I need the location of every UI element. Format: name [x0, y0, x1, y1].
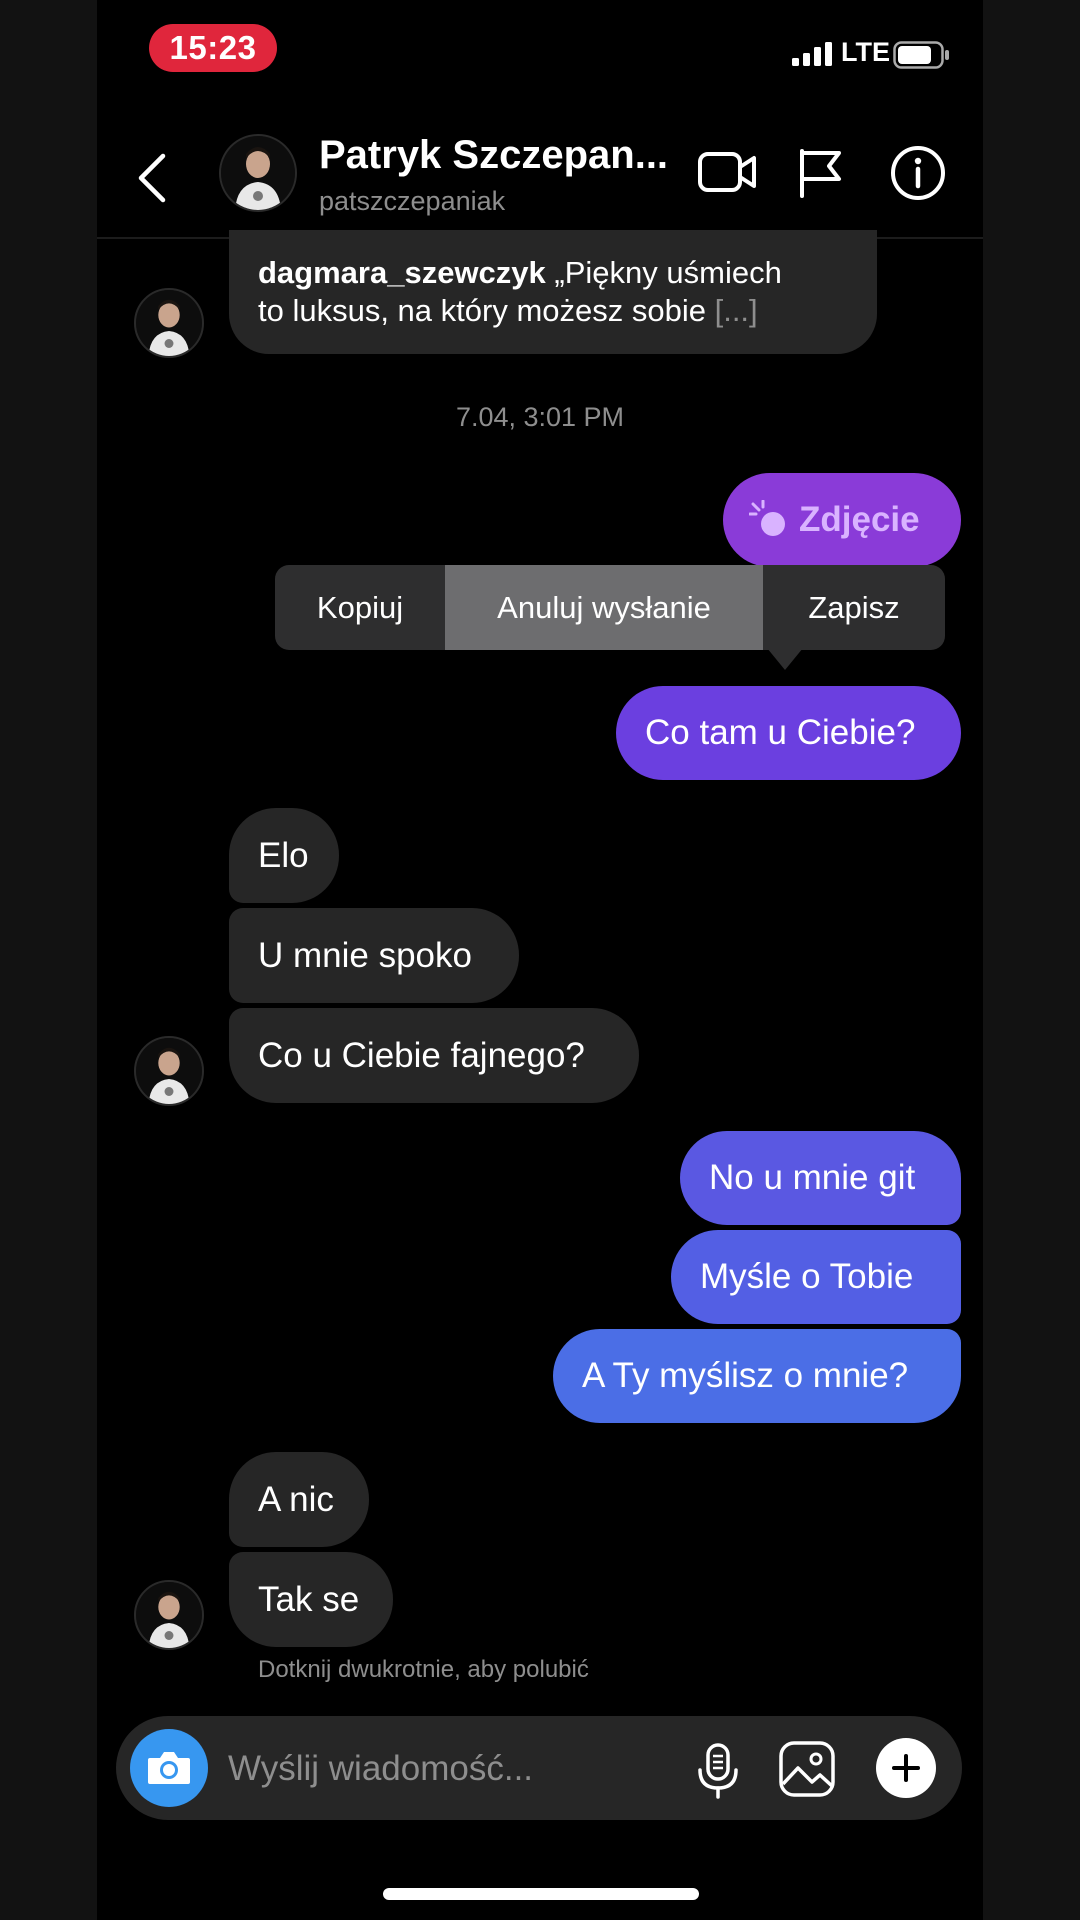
shared-post-text: „Piękny uśmiech	[545, 255, 782, 290]
status-time: 15:23	[149, 24, 277, 72]
message-text: Myśle o Tobie	[700, 1257, 914, 1296]
back-icon[interactable]	[127, 148, 177, 208]
flag-icon[interactable]	[797, 148, 843, 198]
incoming-message[interactable]: U mnie spoko	[229, 908, 519, 1003]
camera-icon	[148, 1752, 190, 1784]
message-text: Elo	[258, 835, 309, 875]
shared-post-ellipsis: [...]	[705, 293, 758, 328]
incoming-message[interactable]: A nic	[229, 1452, 369, 1547]
message-text: A nic	[258, 1479, 334, 1519]
contact-avatar[interactable]	[219, 134, 297, 212]
incoming-message[interactable]: Elo	[229, 808, 339, 903]
menu-unsend[interactable]: Anuluj wysłanie	[445, 565, 763, 650]
incoming-message[interactable]: Co u Ciebie fajnego?	[229, 1008, 639, 1103]
shared-post-line2: to luksus, na który możesz sobie [...]	[258, 293, 758, 329]
contact-username[interactable]: patszczepaniak	[319, 186, 505, 217]
contact-name[interactable]: Patryk Szczepan...	[319, 133, 668, 178]
gallery-icon[interactable]	[778, 1740, 836, 1798]
camera-button[interactable]	[130, 1729, 208, 1807]
menu-pointer	[767, 648, 803, 670]
battery-icon	[893, 41, 949, 69]
message-text: A Ty myślisz o mnie?	[582, 1356, 909, 1395]
shared-post-author: dagmara_szewczyk	[258, 255, 546, 290]
more-button[interactable]	[876, 1738, 936, 1798]
outgoing-message[interactable]: A Ty myślisz o mnie?	[553, 1329, 961, 1423]
message-text: U mnie spoko	[258, 935, 472, 975]
outgoing-message[interactable]: No u mnie git	[680, 1131, 961, 1225]
message-context-menu: Kopiuj Anuluj wysłanie Zapisz	[275, 565, 945, 650]
outgoing-message[interactable]: Myśle o Tobie	[671, 1230, 961, 1324]
message-text: Co tam u Ciebie?	[645, 713, 916, 752]
outgoing-message[interactable]: Co tam u Ciebie?	[616, 686, 961, 780]
photo-label: Zdjęcie	[799, 500, 920, 539]
double-tap-hint: Dotknij dwukrotnie, aby polubić	[258, 1656, 589, 1683]
info-icon[interactable]	[889, 144, 947, 202]
sender-avatar[interactable]	[134, 288, 204, 358]
menu-copy[interactable]: Kopiuj	[275, 565, 445, 650]
incoming-message[interactable]: Tak se	[229, 1552, 393, 1647]
photo-message[interactable]: Zdjęcie	[723, 473, 961, 567]
video-icon[interactable]	[697, 150, 757, 194]
chat-header: Patryk Szczepan... patszczepaniak	[97, 100, 983, 238]
message-timestamp: 7.04, 3:01 PM	[455, 402, 625, 432]
signal-icon	[792, 42, 832, 66]
menu-save[interactable]: Zapisz	[763, 565, 945, 650]
home-indicator	[383, 1888, 699, 1900]
plus-icon	[892, 1754, 920, 1782]
microphone-icon[interactable]	[696, 1742, 740, 1800]
sender-avatar[interactable]	[134, 1580, 204, 1650]
message-text: No u mnie git	[709, 1158, 916, 1197]
message-text: Tak se	[258, 1579, 360, 1619]
message-composer	[116, 1716, 962, 1820]
shared-post-message[interactable]: dagmara_szewczyk „Piękny uśmiech to luks…	[229, 230, 877, 354]
shared-post-text2: to luksus, na który możesz sobie	[258, 293, 706, 328]
message-input[interactable]	[226, 1738, 630, 1800]
shared-post-line1: dagmara_szewczyk „Piękny uśmiech	[258, 255, 782, 291]
network-type: LTE	[841, 37, 890, 67]
sender-avatar[interactable]	[134, 1036, 204, 1106]
photo-icon	[749, 500, 785, 536]
chat-screen: 15:23 LTE Patryk Szczepan... patszczepan…	[97, 0, 983, 1920]
message-text: Co u Ciebie fajnego?	[258, 1035, 585, 1075]
